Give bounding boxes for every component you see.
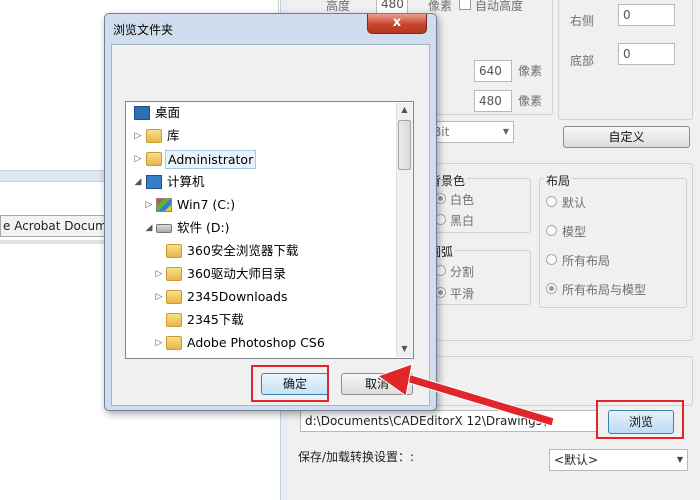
right-margin-label: 右侧	[570, 14, 595, 28]
tree-item-label: 360安全浏览器下载	[187, 243, 299, 258]
height-label: 高度	[326, 0, 351, 13]
layout-all-radio[interactable]	[546, 254, 557, 265]
desktop-icon	[134, 106, 150, 120]
save-load-select[interactable]: <默认> ▼	[549, 449, 688, 471]
tree-item-win7-drive[interactable]: ▷ Win7 (C:)	[126, 195, 396, 215]
scroll-up-icon[interactable]: ▲	[396, 105, 413, 114]
tree-item-label: 桌面	[155, 105, 181, 120]
tree-item-folder[interactable]: 360安全浏览器下载	[126, 241, 396, 261]
expand-arrow-icon[interactable]: ▷	[154, 333, 164, 353]
folder-icon	[166, 290, 182, 304]
tree-item-label: Win7 (C:)	[177, 197, 236, 212]
pixel-label-3: 像素	[518, 94, 543, 108]
tree-item-software-drive[interactable]: ◢ 软件 (D:)	[126, 218, 396, 238]
bg-black-label: 黑白	[450, 214, 475, 228]
right-margin-input[interactable]: 0	[618, 4, 675, 26]
folder-icon	[166, 336, 182, 350]
tree-item-label: Administrator	[165, 150, 257, 169]
tree-item-library[interactable]: ▷ 库	[126, 126, 396, 146]
arc-split-label: 分割	[450, 265, 475, 279]
user-folder-icon	[146, 152, 162, 166]
expand-arrow-icon[interactable]: ▷	[133, 149, 143, 169]
library-icon	[146, 129, 162, 143]
scrollbar-thumb[interactable]	[398, 120, 411, 170]
folder-icon	[166, 244, 182, 258]
chevron-down-icon: ▼	[502, 127, 509, 136]
layout-all-model-radio[interactable]	[546, 283, 557, 294]
tree-item-label: Adobe Photoshop CS6	[187, 335, 325, 350]
layout-model-radio[interactable]	[546, 225, 557, 236]
dialog-title: 浏览文件夹	[113, 23, 174, 37]
tree-item-label: 库	[167, 128, 180, 143]
bg-white-label: 白色	[450, 193, 475, 207]
tree-item-folder[interactable]: ▷ 360驱动大师目录	[126, 264, 396, 284]
folder-icon	[166, 313, 182, 327]
custom-button[interactable]: 自定义	[563, 126, 690, 148]
pixel-label-1: 像素	[428, 0, 453, 13]
tree-item-folder[interactable]: ▷ Adobe Photoshop CS6	[126, 333, 396, 353]
acrobat-document-item[interactable]: e Acrobat Documen	[0, 215, 110, 237]
tree-item-label: 计算机	[167, 174, 205, 189]
output-groupbox	[428, 356, 693, 406]
width2-input[interactable]: 640	[474, 60, 512, 82]
close-icon: x	[392, 15, 402, 30]
bit-depth-select[interactable]: Bit ▼	[428, 121, 514, 143]
pixel-label-2: 像素	[518, 64, 543, 78]
tree-item-label: 360驱动大师目录	[187, 266, 286, 281]
expand-arrow-icon[interactable]: ▷	[133, 126, 143, 146]
height-input[interactable]: 480	[376, 0, 408, 14]
save-load-value: <默认>	[554, 453, 599, 467]
tree-item-administrator[interactable]: ▷ Administrator	[126, 149, 396, 169]
save-load-label: 保存/加载转换设置：:	[298, 450, 415, 464]
left-panel-separator	[0, 240, 110, 244]
close-button[interactable]: x	[367, 14, 427, 34]
folder-icon	[166, 267, 182, 281]
tree-item-computer[interactable]: ◢ 计算机	[126, 172, 396, 192]
layout-title: 布局	[544, 172, 573, 189]
drive-icon	[156, 224, 172, 233]
expand-arrow-icon[interactable]: ▷	[154, 287, 164, 307]
computer-icon	[146, 175, 162, 189]
bottom-margin-input[interactable]: 0	[618, 43, 675, 65]
height2-input[interactable]: 480	[474, 90, 512, 112]
collapse-arrow-icon[interactable]: ◢	[144, 218, 154, 238]
layout-all-label: 所有布局	[562, 254, 611, 268]
expand-arrow-icon[interactable]: ▷	[144, 195, 154, 215]
windows-drive-icon	[156, 198, 172, 212]
layout-all-model-label: 所有布局与模型	[562, 283, 647, 297]
layout-model-label: 模型	[562, 225, 587, 239]
auto-height-label: 自动高度	[475, 0, 524, 13]
arc-smooth-label: 平滑	[450, 287, 475, 301]
left-panel-header-band	[0, 170, 110, 182]
cancel-button[interactable]: 取消	[341, 373, 413, 395]
layout-default-label: 默认	[562, 196, 587, 210]
tree-item-desktop[interactable]: 桌面	[126, 103, 396, 123]
tree-item-folder[interactable]: ▷ 2345Downloads	[126, 287, 396, 307]
tree-item-label: 2345Downloads	[187, 289, 288, 304]
collapse-arrow-icon[interactable]: ◢	[133, 172, 143, 192]
browse-highlight-box	[596, 400, 684, 439]
output-path-input[interactable]: d:\Documents\CADEditorX 12\Drawings\	[300, 410, 598, 432]
bottom-margin-label: 底部	[570, 54, 595, 68]
ok-highlight-box	[251, 365, 329, 402]
tree-item-label: 2345下载	[187, 312, 244, 327]
chevron-down-icon: ▼	[676, 455, 683, 464]
folder-tree[interactable]: 桌面 ▷ 库 ▷ Administrator ◢ 计算机 ▷ Win7 (C:)…	[125, 101, 414, 359]
browse-folder-dialog: 浏览文件夹 x 桌面 ▷ 库 ▷ Administrator ◢ 计算机 ▷ W…	[104, 13, 437, 411]
auto-height-checkbox[interactable]	[459, 0, 471, 10]
layout-default-radio[interactable]	[546, 196, 557, 207]
tree-item-folder[interactable]: 2345下载	[126, 310, 396, 330]
expand-arrow-icon[interactable]: ▷	[154, 264, 164, 284]
tree-item-label: 软件 (D:)	[177, 220, 230, 235]
scroll-down-icon[interactable]: ▼	[396, 344, 413, 353]
